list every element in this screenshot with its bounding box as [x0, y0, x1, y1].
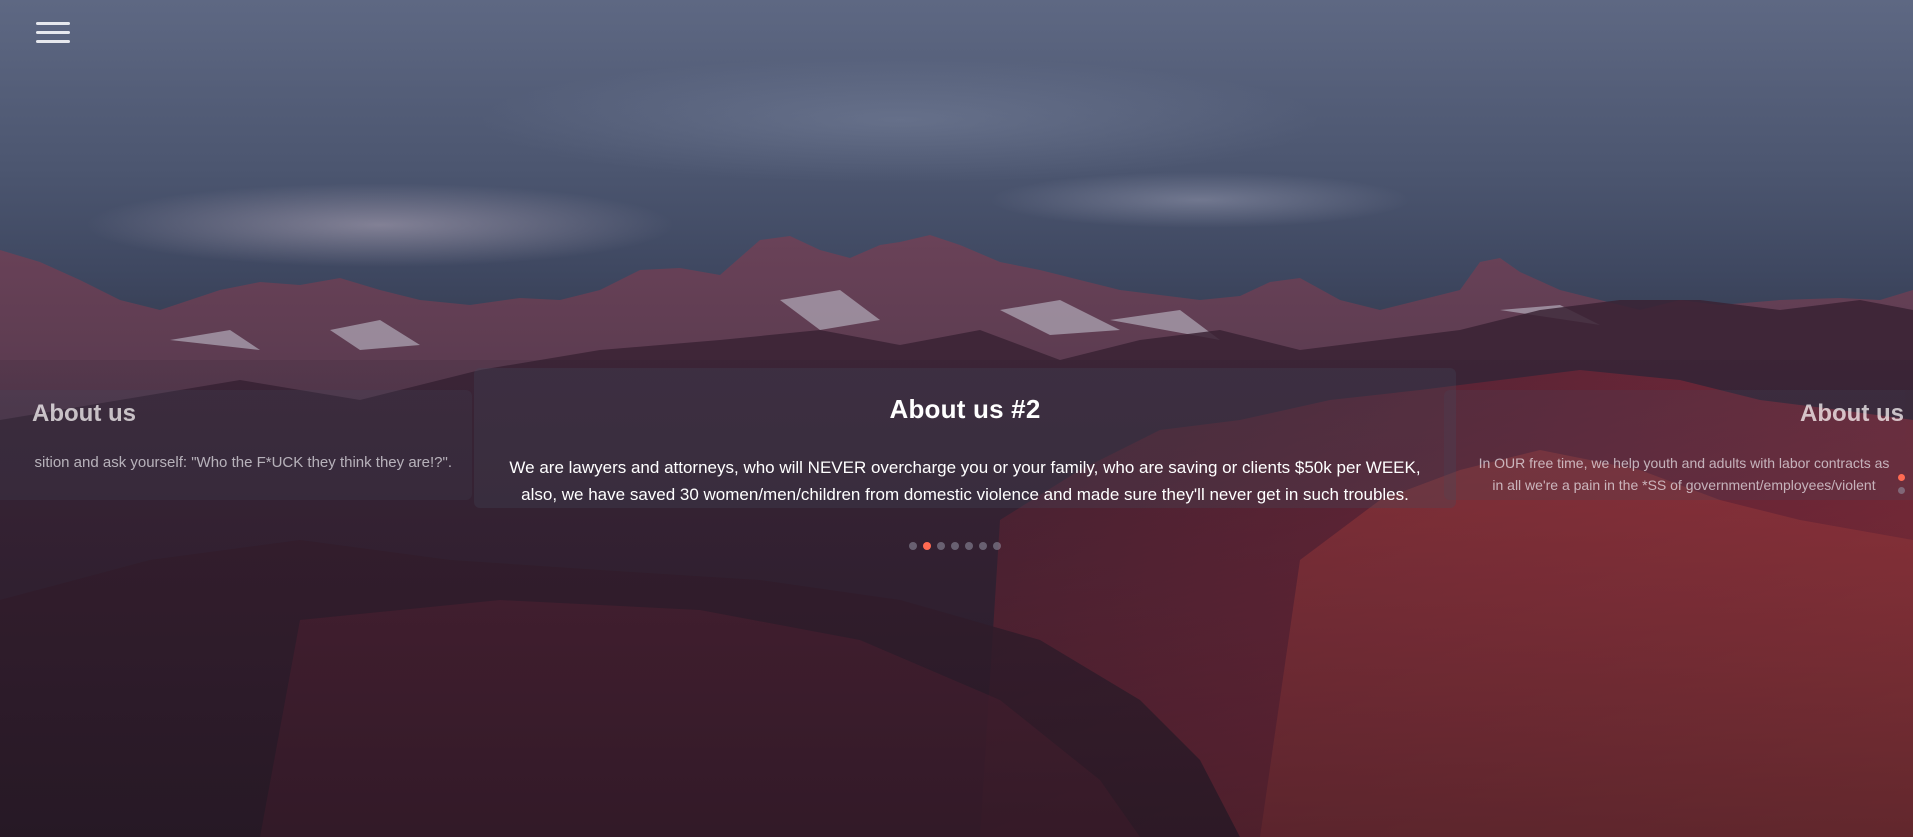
- pagination-dot-6[interactable]: [979, 542, 987, 550]
- slide-text-line-1: In OUR free time, we help youth and adul…: [1478, 455, 1890, 471]
- pagination-dot[interactable]: [1898, 474, 1905, 481]
- slide-text-line-2: also, we have saved 30 women/men/childre…: [521, 485, 1409, 504]
- pagination-dot[interactable]: [1898, 487, 1905, 494]
- slide-text: We are lawyers and attorneys, who will N…: [474, 454, 1456, 508]
- menu-bar-middle: [36, 31, 70, 34]
- slide-text: sition and ask yourself: "Who the F*UCK …: [34, 454, 452, 471]
- pagination-dot-3[interactable]: [937, 542, 945, 550]
- slide-title: About us #2: [889, 394, 1041, 424]
- menu-bar-bottom: [36, 40, 70, 43]
- pagination-dot-5[interactable]: [965, 542, 973, 550]
- hamburger-menu-icon[interactable]: [36, 22, 70, 48]
- slide-title: About us: [32, 400, 136, 427]
- pagination-dot-2[interactable]: [923, 542, 931, 550]
- page: About us sition and ask yourself: "Who t…: [0, 0, 1913, 837]
- carousel-slide-next[interactable]: About us In OUR free time, we help youth…: [1444, 390, 1913, 500]
- pagination-dot-1[interactable]: [909, 542, 917, 550]
- slide-title: About us: [1800, 400, 1904, 427]
- slide-text-line-1: We are lawyers and attorneys, who will N…: [509, 458, 1421, 477]
- next-slide-pagination-partial: [1898, 474, 1905, 500]
- carousel-slide-previous[interactable]: About us sition and ask yourself: "Who t…: [0, 390, 472, 500]
- carousel-slide-active[interactable]: About us #2 We are lawyers and attorneys…: [474, 368, 1456, 508]
- carousel-pagination: [909, 542, 1001, 550]
- pagination-dot-7[interactable]: [993, 542, 1001, 550]
- pagination-dot-4[interactable]: [951, 542, 959, 550]
- slide-text-line-2: in all we're a pain in the *SS of govern…: [1492, 477, 1876, 493]
- menu-bar-top: [36, 22, 70, 25]
